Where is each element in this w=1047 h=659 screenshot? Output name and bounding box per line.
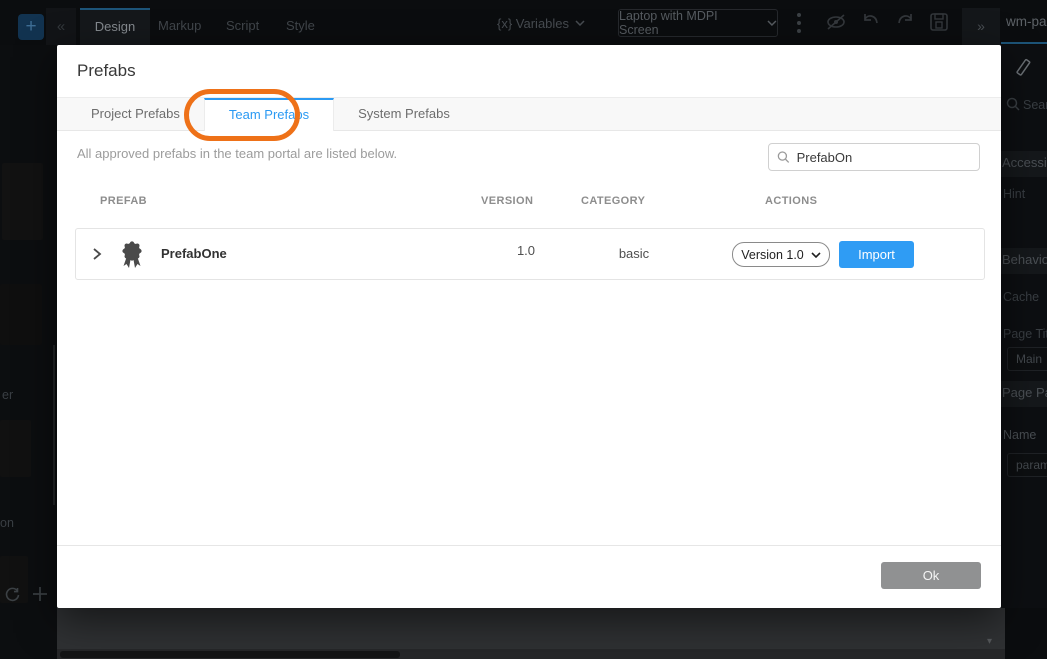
prefab-search-input[interactable] bbox=[797, 150, 971, 165]
cache-label: Cache bbox=[1003, 290, 1039, 304]
variables-dropdown[interactable]: {x} Variables bbox=[497, 9, 585, 37]
sidebar-footer-actions bbox=[4, 585, 49, 603]
refresh-icon[interactable] bbox=[4, 586, 21, 603]
panel-search-input[interactable]: Sear bbox=[1023, 98, 1047, 112]
sidebar-thumbnail[interactable] bbox=[2, 163, 43, 240]
section-accessibility[interactable]: Accessib bbox=[1002, 155, 1047, 170]
canvas-scrollbar-handle[interactable] bbox=[60, 651, 400, 658]
prefab-version: 1.0 bbox=[496, 243, 556, 258]
version-select[interactable]: Version 1.0 bbox=[732, 242, 830, 267]
toolbar-actions bbox=[824, 11, 950, 33]
more-options-kebab-icon[interactable] bbox=[794, 13, 804, 33]
dialog-description: All approved prefabs in the team portal … bbox=[77, 146, 397, 161]
tab-style[interactable]: Style bbox=[286, 8, 315, 45]
properties-panel: Sear Accessib Hint Behavior Cache Page T… bbox=[1001, 45, 1047, 608]
page-name-accent-underline bbox=[1001, 42, 1047, 44]
column-header-actions: ACTIONS bbox=[765, 195, 817, 207]
save-icon[interactable] bbox=[928, 11, 950, 33]
canvas-resize-triangle-icon: ▾ bbox=[987, 636, 992, 647]
tab-markup[interactable]: Markup bbox=[158, 8, 201, 45]
prefab-badge-icon bbox=[120, 241, 144, 269]
search-icon bbox=[777, 150, 790, 164]
import-button[interactable]: Import bbox=[839, 241, 914, 268]
page-title-label: Page Title bbox=[1003, 327, 1047, 341]
add-page-button[interactable]: + bbox=[18, 14, 44, 40]
prefab-category: basic bbox=[604, 246, 664, 261]
chevron-down-icon bbox=[811, 252, 821, 258]
section-behavior[interactable]: Behavior bbox=[1002, 252, 1047, 267]
sidebar-label-fragment: on bbox=[0, 516, 14, 530]
redo-icon[interactable] bbox=[894, 11, 916, 33]
edit-pencil-icon[interactable] bbox=[1013, 57, 1033, 81]
dialog-title: Prefabs bbox=[77, 61, 136, 81]
section-page-param[interactable]: Page Pa bbox=[1002, 385, 1047, 400]
name-label: Name bbox=[1003, 428, 1036, 442]
column-header-version: VERSION bbox=[481, 195, 533, 207]
sidebar-thumbnail[interactable] bbox=[0, 420, 31, 477]
ok-button[interactable]: Ok bbox=[881, 562, 981, 589]
preview-eye-off-icon[interactable] bbox=[824, 11, 848, 33]
collapse-sidebar-icon[interactable]: « bbox=[46, 8, 76, 45]
prefab-search-box bbox=[768, 143, 980, 171]
chevron-down-icon bbox=[767, 20, 777, 26]
footer-divider bbox=[57, 545, 1001, 546]
hint-label: Hint bbox=[1003, 187, 1025, 201]
device-selector[interactable]: Laptop with MDPI Screen bbox=[618, 9, 778, 37]
expand-panel-chevrons-icon[interactable]: » bbox=[962, 8, 1000, 45]
panel-lower-sliver bbox=[1005, 608, 1047, 659]
sidebar-thumbnail[interactable] bbox=[0, 284, 42, 345]
device-selector-label: Laptop with MDPI Screen bbox=[619, 9, 759, 37]
annotation-highlight-ellipse bbox=[184, 89, 300, 141]
plus-icon[interactable] bbox=[31, 585, 49, 603]
current-page-name: wm-pag bbox=[1006, 14, 1047, 29]
chevron-down-icon bbox=[575, 20, 585, 26]
variables-label: {x} Variables bbox=[497, 16, 569, 31]
tab-system-prefabs[interactable]: System Prefabs bbox=[334, 98, 474, 130]
sidebar-label-fragment: er bbox=[2, 388, 13, 402]
expand-chevron-icon[interactable] bbox=[90, 246, 104, 262]
undo-icon[interactable] bbox=[860, 11, 882, 33]
top-toolbar: + « Design Markup Script Style {x} Varia… bbox=[0, 0, 1047, 45]
column-header-category: CATEGORY bbox=[581, 195, 645, 207]
app-root: + « Design Markup Script Style {x} Varia… bbox=[0, 0, 1047, 659]
design-canvas: ▾ bbox=[57, 608, 1005, 659]
prefab-name: PrefabOne bbox=[161, 246, 227, 261]
page-title-input[interactable]: Main bbox=[1007, 347, 1047, 371]
version-select-value: Version 1.0 bbox=[741, 248, 804, 262]
search-icon bbox=[1006, 97, 1020, 111]
param-name-input[interactable]: param bbox=[1007, 453, 1047, 477]
prefab-table-row: PrefabOne 1.0 basic Version 1.0 Import bbox=[75, 228, 985, 280]
tab-design[interactable]: Design bbox=[80, 8, 150, 45]
tab-script[interactable]: Script bbox=[226, 8, 259, 45]
column-header-prefab: PREFAB bbox=[100, 195, 147, 207]
sidebar-scrollbar[interactable] bbox=[53, 345, 55, 505]
